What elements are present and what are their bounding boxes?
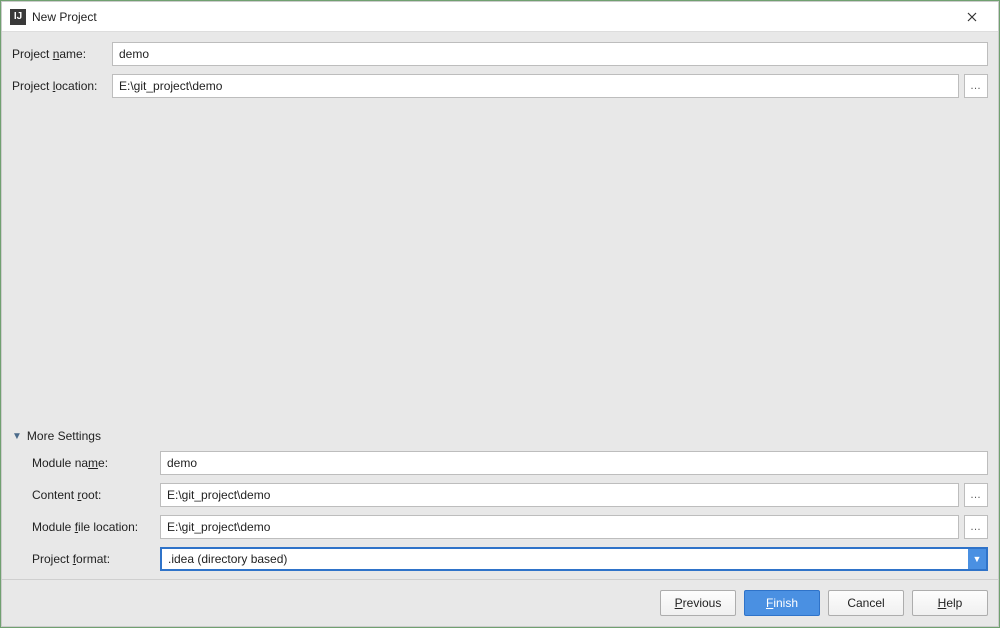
- project-location-browse-button[interactable]: …: [964, 74, 988, 98]
- module-file-location-browse-button[interactable]: …: [964, 515, 988, 539]
- previous-button[interactable]: Previous: [660, 590, 736, 616]
- chevron-down-icon: ▼: [968, 549, 986, 569]
- module-file-location-row: Module file location: …: [32, 515, 988, 539]
- content-root-row: Content root: …: [32, 483, 988, 507]
- dialog-footer: Previous Finish Cancel Help: [2, 579, 998, 626]
- more-settings-panel: Module name: Content root: … Module file…: [12, 451, 988, 579]
- project-name-label: Project name:: [12, 47, 112, 61]
- project-location-row: Project location: …: [12, 74, 988, 98]
- finish-button[interactable]: Finish: [744, 590, 820, 616]
- module-name-label: Module name:: [32, 456, 160, 470]
- module-file-location-input[interactable]: [160, 515, 959, 539]
- titlebar: IJ New Project: [2, 2, 998, 32]
- window-title: New Project: [32, 10, 952, 24]
- project-format-value: .idea (directory based): [162, 549, 968, 569]
- content-root-input[interactable]: [160, 483, 959, 507]
- module-name-input[interactable]: [160, 451, 988, 475]
- dialog-content: Project name: Project location: … ▼ More…: [2, 32, 998, 579]
- close-icon: [967, 12, 977, 22]
- help-button[interactable]: Help: [912, 590, 988, 616]
- more-settings-label: More Settings: [27, 429, 101, 443]
- app-icon: IJ: [10, 9, 26, 25]
- project-format-select[interactable]: .idea (directory based) ▼: [160, 547, 988, 571]
- ellipsis-icon: …: [970, 80, 982, 92]
- module-name-row: Module name:: [32, 451, 988, 475]
- project-location-input[interactable]: [112, 74, 959, 98]
- project-location-label: Project location:: [12, 79, 112, 93]
- project-format-label: Project format:: [32, 552, 160, 566]
- cancel-button[interactable]: Cancel: [828, 590, 904, 616]
- project-name-input[interactable]: [112, 42, 988, 66]
- content-root-browse-button[interactable]: …: [964, 483, 988, 507]
- content-root-label: Content root:: [32, 488, 160, 502]
- project-format-row: Project format: .idea (directory based) …: [32, 547, 988, 571]
- new-project-dialog: IJ New Project Project name: Project loc…: [1, 1, 999, 627]
- ellipsis-icon: …: [970, 489, 982, 501]
- module-file-location-label: Module file location:: [32, 520, 160, 534]
- more-settings-toggle[interactable]: ▼ More Settings: [12, 429, 988, 443]
- ellipsis-icon: …: [970, 521, 982, 533]
- spacer: [12, 106, 988, 429]
- project-name-row: Project name:: [12, 42, 988, 66]
- close-button[interactable]: [952, 3, 992, 31]
- caret-down-icon: ▼: [12, 431, 22, 442]
